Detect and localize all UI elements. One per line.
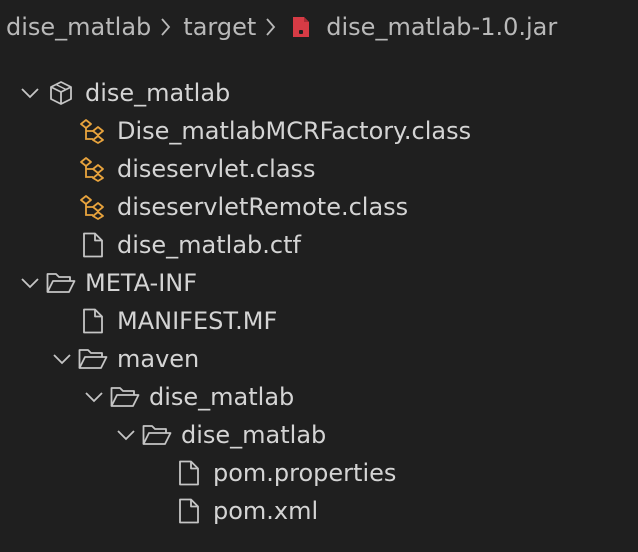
breadcrumb: dise_matlab target dise_matlab-1.0.jar [0, 0, 557, 54]
file-tree: dise_matlab Dise_matlabMCRFactory.class … [0, 74, 638, 530]
tree-item-label: diseservlet.class [117, 155, 316, 183]
chevron-right-icon [266, 18, 276, 36]
breadcrumb-jar-label: dise_matlab-1.0.jar [326, 13, 558, 41]
chevron-down-icon[interactable] [14, 264, 46, 302]
tree-item-folder-meta-inf[interactable]: META-INF [0, 264, 638, 302]
chevron-down-icon[interactable] [110, 416, 142, 454]
tree-item-class-file[interactable]: Dise_matlabMCRFactory.class [0, 112, 638, 150]
breadcrumb-item-target[interactable]: target [183, 13, 256, 41]
tree-item-class-file[interactable]: diseservlet.class [0, 150, 638, 188]
file-icon [78, 226, 108, 264]
breadcrumb-item-dise-matlab[interactable]: dise_matlab [6, 13, 151, 41]
chevron-down-icon[interactable] [46, 340, 78, 378]
tree-item-folder-dise-matlab[interactable]: dise_matlab [0, 416, 638, 454]
file-icon [174, 454, 204, 492]
chevron-down-icon[interactable] [78, 378, 110, 416]
class-file-icon [78, 188, 108, 226]
tree-item-folder-maven[interactable]: maven [0, 340, 638, 378]
folder-open-icon [78, 340, 108, 378]
class-file-icon [78, 112, 108, 150]
tree-item-folder-dise-matlab[interactable]: dise_matlab [0, 378, 638, 416]
tree-item-label: pom.properties [213, 459, 397, 487]
tree-item-label: pom.xml [213, 497, 319, 525]
package-icon [46, 74, 76, 112]
folder-open-icon [110, 378, 140, 416]
chevron-down-icon[interactable] [14, 74, 46, 112]
tree-item-file[interactable]: pom.xml [0, 492, 638, 530]
tree-item-label: Dise_matlabMCRFactory.class [117, 117, 472, 145]
tree-item-label: dise_matlab [149, 383, 295, 411]
breadcrumb-item-jar[interactable]: dise_matlab-1.0.jar [288, 13, 557, 41]
class-file-icon [78, 150, 108, 188]
tree-item-class-file[interactable]: diseservletRemote.class [0, 188, 638, 226]
jar-file-icon [292, 16, 310, 38]
tree-item-file[interactable]: pom.properties [0, 454, 638, 492]
tree-item-label: dise_matlab.ctf [117, 231, 301, 259]
tree-item-label: maven [117, 345, 200, 373]
tree-item-label: META-INF [85, 269, 198, 297]
tree-item-label: dise_matlab [181, 421, 327, 449]
folder-open-icon [142, 416, 172, 454]
tree-item-label: MANIFEST.MF [117, 307, 278, 335]
chevron-right-icon [161, 18, 171, 36]
tree-item-dise-matlab-package[interactable]: dise_matlab [0, 74, 638, 112]
folder-open-icon [46, 264, 76, 302]
tree-item-file[interactable]: dise_matlab.ctf [0, 226, 638, 264]
file-icon [78, 302, 108, 340]
tree-item-label: dise_matlab [85, 79, 231, 107]
tree-item-file[interactable]: MANIFEST.MF [0, 302, 638, 340]
file-icon [174, 492, 204, 530]
tree-item-label: diseservletRemote.class [117, 193, 409, 221]
